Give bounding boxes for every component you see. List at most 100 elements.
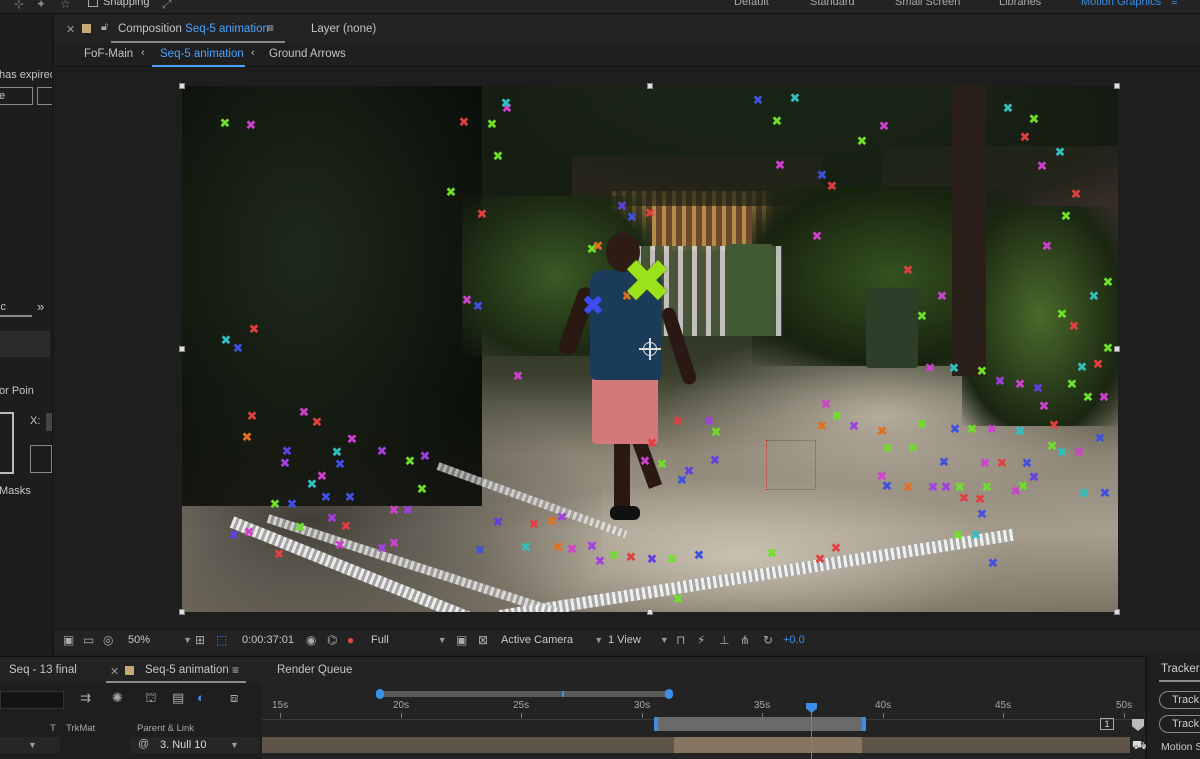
track-point-icon[interactable]: ✖ [1093, 358, 1104, 371]
region-of-interest-icon[interactable]: ▣ [456, 633, 467, 647]
timeline-icon[interactable]: ⊥ [719, 633, 729, 647]
track-point-icon[interactable]: ✖ [1083, 391, 1094, 404]
track-point-icon[interactable]: ✖ [341, 520, 352, 533]
chevron-down-icon[interactable]: ▼ [28, 740, 37, 750]
track-point-icon[interactable]: ✖ [389, 537, 400, 550]
frame-handle[interactable] [1114, 83, 1120, 89]
track-point-icon[interactable]: ✖ [925, 362, 936, 375]
zoom-select[interactable]: 50% ▼ [128, 634, 192, 646]
frame-handle[interactable] [1114, 609, 1120, 615]
workspace-menu-icon[interactable]: ≡ [1171, 0, 1177, 8]
track-point-icon[interactable]: ✖ [477, 208, 488, 221]
workspace-small-screen[interactable]: Small Screen [895, 0, 960, 8]
track-point-icon[interactable]: ✖ [1033, 382, 1044, 395]
track-point-icon[interactable]: ✖ [1015, 425, 1026, 438]
track-point-icon[interactable]: ✖ [229, 529, 240, 542]
track-point-icon[interactable]: ✖ [493, 516, 504, 529]
track-point-icon[interactable]: ✖ [767, 547, 778, 560]
track-point-icon[interactable]: ✖ [420, 450, 431, 463]
lock-icon[interactable]: 🔓︎ [101, 21, 108, 34]
track-point-icon[interactable]: ✖ [667, 553, 678, 566]
track-point-icon[interactable]: ✖ [772, 115, 783, 128]
track-point-icon[interactable]: ✖ [694, 549, 705, 562]
track-point-icon[interactable]: ✖ [645, 207, 656, 220]
track-point-icon[interactable]: ✖ [403, 504, 414, 517]
track-point-icon[interactable]: ✖ [903, 481, 914, 494]
track-point-icon[interactable]: ✖ [1015, 378, 1026, 391]
track-point-icon[interactable]: ✖ [857, 135, 868, 148]
camera-icon[interactable]: ◉ [306, 633, 316, 647]
frame-handle[interactable] [647, 83, 653, 89]
current-timecode[interactable]: 0:00:37:01 [242, 634, 294, 646]
fast-preview-icon[interactable]: ⚡︎ [697, 633, 705, 647]
track-point-icon[interactable]: ✖ [967, 423, 978, 436]
track-point-icon[interactable]: ✖ [317, 470, 328, 483]
tab-seq13-final[interactable]: Seq - 13 final [9, 664, 77, 676]
track-point-icon[interactable]: ✖ [882, 480, 893, 493]
track-point-icon[interactable]: ✖ [939, 456, 950, 469]
track-point-icon[interactable]: ✖ [244, 526, 255, 539]
checkbox-icon[interactable] [88, 0, 98, 7]
track-point-icon[interactable]: ✖ [1039, 400, 1050, 413]
frame-handle[interactable] [179, 83, 185, 89]
track-point-icon[interactable]: ✖ [513, 370, 524, 383]
track-point-icon[interactable]: ✖ [1037, 160, 1048, 173]
track-point-icon[interactable]: ✖ [345, 491, 356, 504]
track-point-icon[interactable]: ✖ [493, 150, 504, 163]
snapping-toggle[interactable]: Snapping [88, 0, 150, 8]
track-point-icon[interactable]: ✖ [971, 529, 982, 542]
x-field[interactable] [46, 413, 52, 431]
track-point-icon[interactable]: ✖ [908, 442, 919, 455]
tab-seq5-animation[interactable]: Seq-5 animation [145, 664, 229, 676]
track-point-icon[interactable]: ✖ [877, 425, 888, 438]
marker-count-badge[interactable]: 1 [1100, 718, 1114, 730]
track-point-icon[interactable]: ✖ [977, 365, 988, 378]
workspace-libraries[interactable]: Libraries [999, 0, 1041, 8]
track-point-icon[interactable]: ✖ [247, 410, 258, 423]
panel-menu-icon[interactable]: ≡ [267, 21, 274, 35]
track-point-icon[interactable]: ✖ [377, 445, 388, 458]
anchor-button[interactable] [30, 445, 52, 473]
keyframe-nav-icon[interactable]: ⛟ [1132, 738, 1147, 754]
track-point-icon[interactable]: ✖ [827, 180, 838, 193]
track-point-icon[interactable]: ✖ [377, 542, 388, 555]
track-point-icon[interactable]: ✖ [389, 504, 400, 517]
track-point-icon[interactable]: ✖ [459, 116, 470, 129]
track-point-icon[interactable]: ✖ [280, 457, 291, 470]
track-point-icon[interactable]: ✖ [988, 557, 999, 570]
track-point-icon[interactable]: ✖ [953, 529, 964, 542]
anchor-point-icon[interactable] [639, 338, 661, 360]
camera-select[interactable]: Active Camera ▼ [501, 634, 603, 646]
breadcrumb-ground-arrows[interactable]: Ground Arrows [269, 48, 346, 60]
track-point-icon[interactable]: ✖ [609, 549, 620, 562]
track-point-icon[interactable]: ✖ [647, 437, 658, 450]
expand-icon[interactable]: ⤢ [162, 0, 172, 12]
track-point-icon[interactable]: ✖ [949, 362, 960, 375]
track-point-icon[interactable]: ✖ [567, 543, 578, 556]
track-point-icon[interactable]: ✖ [581, 292, 604, 320]
workspace-standard[interactable]: Standard [810, 0, 855, 8]
pick-whip-icon[interactable]: @ [138, 738, 149, 750]
track-point-icon[interactable]: ✖ [246, 119, 257, 132]
track-point-icon[interactable]: ✖ [647, 553, 658, 566]
track-point-icon[interactable]: ✖ [626, 551, 637, 564]
panel-menu-icon[interactable]: ≡ [232, 663, 239, 677]
track-point-icon[interactable]: ✖ [274, 548, 285, 561]
track-point-icon[interactable]: ✖ [1042, 240, 1053, 253]
snapshot-icon[interactable]: ▣ [63, 633, 74, 647]
track-point-icon[interactable]: ✖ [327, 512, 338, 525]
track-point-icon[interactable]: ✖ [1029, 471, 1040, 484]
track-point-icon[interactable]: ✖ [1057, 446, 1068, 459]
track-point-icon[interactable]: ✖ [1089, 290, 1100, 303]
grid-icon[interactable]: ⊠ [478, 633, 488, 647]
track-point-icon[interactable]: ✖ [790, 92, 801, 105]
track-point-icon[interactable]: ✖ [849, 420, 860, 433]
track-point-icon[interactable]: ✖ [593, 240, 604, 253]
star-icon[interactable]: ☆ [60, 0, 71, 11]
track-point-icon[interactable]: ✖ [312, 416, 323, 429]
track-point-icon[interactable]: ✖ [815, 553, 826, 566]
layer-row[interactable]: ▼ @ 3. Null 10 ▼ [0, 737, 260, 753]
close-icon[interactable]: ✕ [110, 665, 119, 678]
track-point-icon[interactable]: ✖ [553, 541, 564, 554]
track-point-icon[interactable]: ✖ [307, 478, 318, 491]
